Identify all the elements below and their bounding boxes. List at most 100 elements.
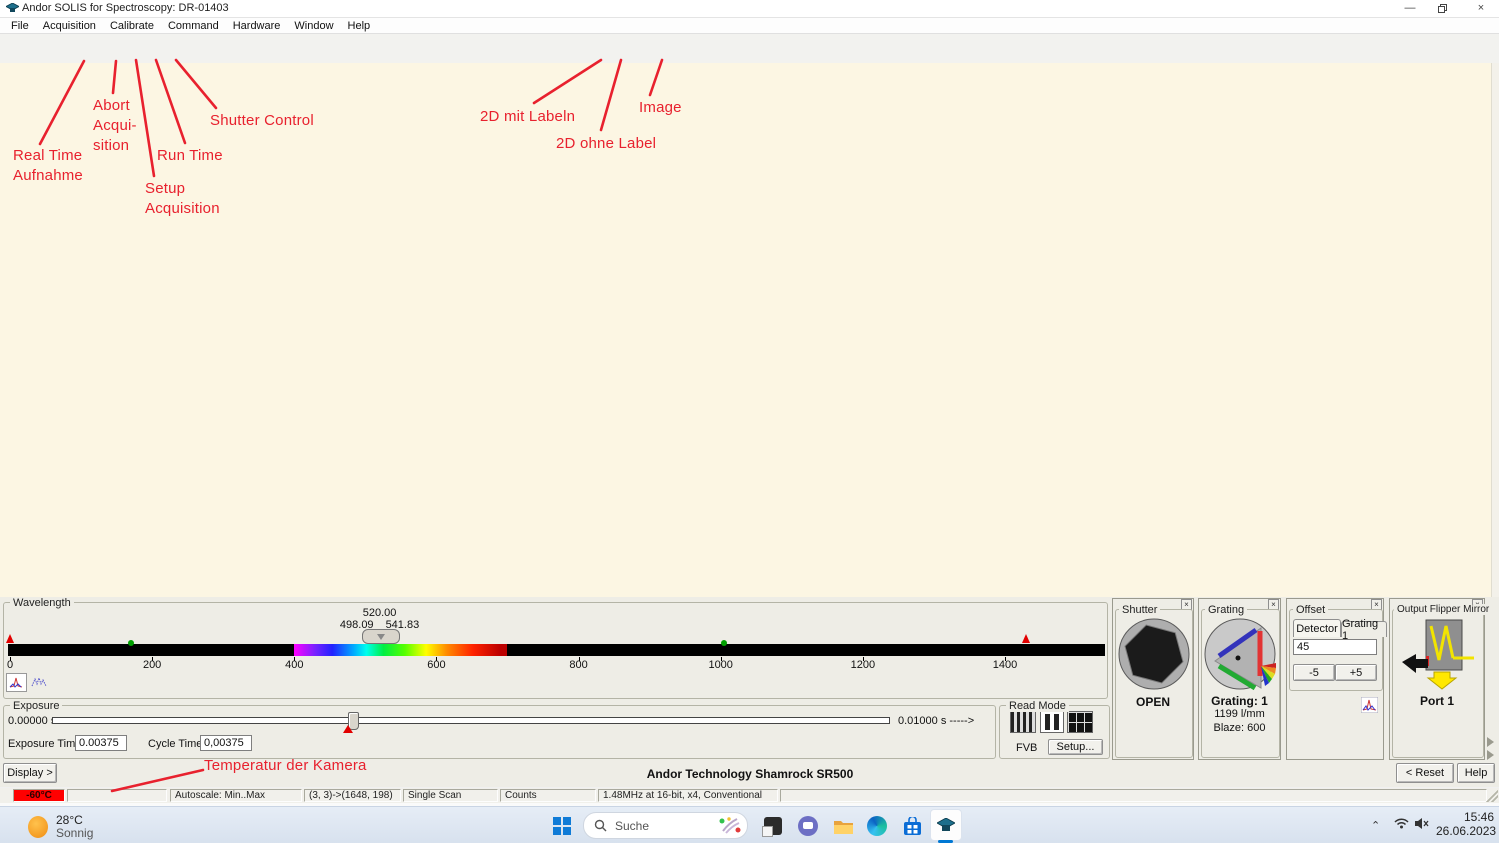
image-mode-icon[interactable] bbox=[1067, 711, 1093, 733]
wavelength-tick-label: 200 bbox=[143, 659, 161, 671]
calibration-dot-icon bbox=[128, 640, 134, 646]
resize-grip[interactable] bbox=[1486, 790, 1498, 802]
restore-icon[interactable] bbox=[1428, 1, 1458, 16]
panel-scroll-right2-icon[interactable] bbox=[1487, 750, 1494, 760]
grating-lines: 1199 l/mm bbox=[1198, 708, 1281, 720]
cycle-time-label: Cycle Time bbox=[148, 738, 202, 750]
status-blank1 bbox=[67, 789, 167, 802]
grating-title: Grating bbox=[1205, 604, 1247, 616]
multi-track-mode-icon[interactable] bbox=[1040, 711, 1064, 733]
offset-minus-button[interactable]: -5 bbox=[1293, 664, 1335, 681]
taskbar-app-store[interactable] bbox=[901, 815, 923, 837]
reset-button[interactable]: < Reset bbox=[1396, 763, 1454, 783]
cursor-triangle-icon bbox=[377, 634, 385, 640]
read-mode-value: FVB bbox=[1016, 742, 1037, 754]
taskbar-app-photos[interactable] bbox=[762, 815, 784, 837]
offset-plus-button[interactable]: +5 bbox=[1335, 664, 1377, 681]
tab-detector[interactable]: Detector bbox=[1293, 619, 1341, 637]
status-autoscale: Autoscale: Min..Max bbox=[170, 789, 302, 802]
wavelength-tick-label: 1000 bbox=[708, 659, 732, 671]
exposure-end-label: 0.01000 s -----> bbox=[898, 715, 974, 727]
taskbar: 28°C Sonnig bbox=[0, 806, 1499, 843]
menu-help[interactable]: Help bbox=[341, 20, 378, 32]
wavelength-axis: 520.00 498.09 541.83 0200400600800100012… bbox=[0, 597, 1106, 697]
grating-turret-icon bbox=[1202, 616, 1278, 692]
taskbar-search[interactable]: Suche bbox=[583, 812, 748, 839]
volume-muted-icon[interactable] bbox=[1414, 817, 1430, 833]
search-icon bbox=[594, 819, 607, 832]
read-mode-setup-button[interactable]: Setup... bbox=[1048, 739, 1103, 755]
wavelength-bar[interactable] bbox=[8, 644, 1105, 656]
status-blank2 bbox=[780, 789, 1487, 802]
toolbar: RT ▼ ? bbox=[0, 34, 1499, 64]
weather-widget[interactable]: 28°C Sonnig bbox=[28, 814, 228, 840]
sun-icon bbox=[28, 816, 48, 838]
exposure-group-label: Exposure bbox=[10, 700, 62, 712]
clock-widget[interactable]: 15:46 26.06.2023 bbox=[1436, 810, 1494, 838]
photos-icon bbox=[764, 817, 782, 835]
tab-grating-1[interactable]: Grating 1 bbox=[1341, 621, 1387, 637]
minimize-icon[interactable]: — bbox=[1395, 1, 1425, 16]
shutter-status: OPEN bbox=[1112, 695, 1194, 709]
store-icon bbox=[903, 817, 922, 836]
help-button[interactable]: Help bbox=[1457, 763, 1495, 783]
exposure-slider-track[interactable] bbox=[52, 717, 890, 724]
limit-marker-icon bbox=[6, 634, 14, 643]
taskbar-app-explorer[interactable] bbox=[832, 815, 854, 837]
search-highlight-icon bbox=[717, 815, 741, 836]
close-icon[interactable]: × bbox=[1466, 1, 1496, 16]
shutter-title: Shutter bbox=[1119, 604, 1160, 616]
window-title: Andor SOLIS for Spectroscopy: DR-01403 bbox=[22, 2, 229, 14]
menu-file[interactable]: File bbox=[4, 20, 36, 32]
flipper-mirror-icon bbox=[1398, 618, 1478, 690]
fvb-mode-icon[interactable] bbox=[1010, 711, 1036, 733]
flipper-port: Port 1 bbox=[1389, 694, 1485, 708]
taskbar-app-andor-active[interactable] bbox=[930, 809, 962, 841]
offset-title: Offset bbox=[1293, 604, 1328, 616]
exposure-time-field[interactable]: 0.00375 bbox=[75, 735, 127, 751]
device-name: Andor Technology Shamrock SR500 bbox=[550, 767, 950, 781]
scrollbar[interactable] bbox=[1491, 63, 1499, 597]
menu-acquisition[interactable]: Acquisition bbox=[36, 20, 103, 32]
tray-time: 15:46 bbox=[1464, 810, 1494, 824]
grating-number: Grating: 1 bbox=[1198, 694, 1281, 708]
wifi-icon[interactable] bbox=[1394, 817, 1409, 832]
tray-chevron-icon[interactable]: ⌃ bbox=[1371, 819, 1380, 832]
grating-blaze: Blaze: 600 bbox=[1198, 722, 1281, 734]
menu-hardware[interactable]: Hardware bbox=[226, 20, 288, 32]
wavelength-tick-label: 0 bbox=[7, 659, 13, 671]
taskbar-app-chat[interactable] bbox=[797, 815, 819, 837]
offset-spectrum-icon bbox=[1361, 697, 1378, 713]
cycle-time-field[interactable]: 0,00375 bbox=[200, 735, 252, 751]
cursor-value: 520.00 bbox=[363, 607, 397, 619]
wavelength-tick-label: 1400 bbox=[993, 659, 1017, 671]
spectrum-mode-button[interactable] bbox=[6, 673, 27, 692]
menu-command[interactable]: Command bbox=[161, 20, 226, 32]
panel-scroll-right-icon[interactable] bbox=[1487, 737, 1494, 747]
chat-icon bbox=[798, 816, 818, 836]
tray-date: 26.06.2023 bbox=[1436, 824, 1496, 838]
weather-temp: 28°C bbox=[56, 813, 83, 827]
display-button[interactable]: Display > bbox=[3, 763, 57, 783]
wavelength-spectrum bbox=[294, 644, 507, 656]
menu-calibrate[interactable]: Calibrate bbox=[103, 20, 161, 32]
exposure-start-label: 0.00000 s bbox=[8, 715, 56, 727]
taskbar-app-edge[interactable] bbox=[866, 815, 888, 837]
menu-bar: FileAcquisitionCalibrateCommandHardwareW… bbox=[0, 18, 1499, 34]
exposure-marker-icon bbox=[343, 725, 353, 733]
flipper-title: Output Flipper Mirror bbox=[1394, 604, 1492, 615]
folder-icon bbox=[833, 818, 854, 835]
status-counts: Counts bbox=[500, 789, 596, 802]
status-temp: -60°C bbox=[13, 789, 65, 802]
overlay-mode-button[interactable] bbox=[29, 673, 48, 690]
status-coords: (3, 3)->(1648, 198) bbox=[304, 789, 401, 802]
start-button[interactable] bbox=[552, 816, 572, 839]
status-readout: 1.48MHz at 16-bit, x4, Conventional bbox=[598, 789, 778, 802]
spectrum-peak-icon bbox=[9, 676, 24, 689]
offset-value-field[interactable]: 45 bbox=[1293, 639, 1377, 655]
main-workspace bbox=[0, 63, 1499, 597]
wavelength-cursor-handle[interactable] bbox=[362, 629, 400, 644]
andor-solis-icon bbox=[937, 818, 955, 833]
menu-window[interactable]: Window bbox=[287, 20, 340, 32]
status-bar: -60°C Autoscale: Min..Max(3, 3)->(1648, 1… bbox=[0, 788, 1499, 803]
